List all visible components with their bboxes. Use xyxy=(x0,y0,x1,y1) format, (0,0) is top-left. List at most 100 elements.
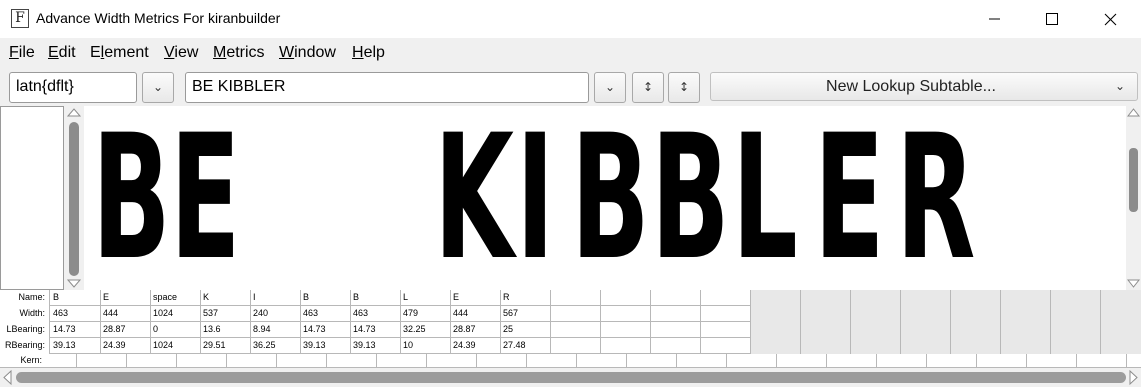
left-vertical-scrollbar[interactable] xyxy=(64,106,84,290)
rbearing-cell[interactable]: 29.51 xyxy=(201,338,251,354)
menu-window[interactable]: Window xyxy=(279,44,336,62)
vertical-spin-button-1[interactable]: ↕ xyxy=(632,72,664,103)
rbearing-cell[interactable]: 36.25 xyxy=(251,338,301,354)
glyph-name-cell[interactable]: L xyxy=(401,290,451,306)
script-language-combo[interactable]: latn{dflt} xyxy=(9,72,137,103)
preview-glyph-I[interactable]: I xyxy=(516,112,554,284)
width-cell[interactable]: 479 xyxy=(401,306,451,322)
scrollbar-thumb[interactable] xyxy=(1129,148,1138,212)
minimize-button[interactable] xyxy=(965,0,1023,38)
empty-cell xyxy=(551,338,601,354)
horizontal-scrollbar[interactable] xyxy=(0,368,1141,387)
empty-cell xyxy=(851,306,901,322)
glyph-name-cell[interactable]: E xyxy=(101,290,151,306)
rbearing-cell[interactable]: 39.13 xyxy=(301,338,351,354)
lbearing-cell[interactable]: 28.87 xyxy=(101,322,151,338)
lbearing-cell[interactable]: 28.87 xyxy=(451,322,501,338)
width-cell[interactable]: 463 xyxy=(301,306,351,322)
width-cell[interactable]: 240 xyxy=(251,306,301,322)
preview-glyph-B[interactable]: B xyxy=(92,112,171,284)
kern-cell-divider xyxy=(626,354,627,368)
kern-cell-divider xyxy=(776,354,777,368)
scrollbar-thumb[interactable] xyxy=(69,122,79,276)
menu-help[interactable]: Help xyxy=(352,44,385,62)
empty-cell xyxy=(701,338,751,354)
empty-cell xyxy=(601,338,651,354)
menu-file[interactable]: File xyxy=(9,44,35,62)
preview-glyph-B[interactable]: B xyxy=(651,112,730,284)
kern-cell-divider xyxy=(676,354,677,368)
rbearing-cell[interactable]: 10 xyxy=(401,338,451,354)
lbearing-cell[interactable]: 32.25 xyxy=(401,322,451,338)
lbearing-cell[interactable]: 0 xyxy=(151,322,201,338)
rbearing-cell[interactable]: 24.39 xyxy=(101,338,151,354)
vertical-spin-button-2[interactable]: ↕ xyxy=(668,72,700,103)
text-input[interactable]: BE KIBBLER xyxy=(185,72,589,103)
empty-cell xyxy=(1051,290,1101,306)
width-cell[interactable]: 1024 xyxy=(151,306,201,322)
empty-cell xyxy=(751,338,801,354)
width-cell[interactable]: 444 xyxy=(451,306,501,322)
width-cell[interactable]: 567 xyxy=(501,306,551,322)
glyph-name-cell[interactable]: B xyxy=(301,290,351,306)
right-vertical-scrollbar[interactable] xyxy=(1126,106,1141,290)
empty-cell xyxy=(751,322,801,338)
rbearing-cell[interactable]: 24.39 xyxy=(451,338,501,354)
width-cell[interactable]: 463 xyxy=(51,306,101,322)
lbearing-cell[interactable]: 14.73 xyxy=(351,322,401,338)
minimize-icon xyxy=(989,18,1000,20)
chevron-down-icon: ⌄ xyxy=(1114,79,1125,93)
menu-view[interactable]: View xyxy=(164,44,198,62)
rbearing-cell[interactable]: 1024 xyxy=(151,338,201,354)
preview-glyph-E[interactable]: E xyxy=(170,112,241,284)
glyph-name-cell[interactable]: space xyxy=(151,290,201,306)
glyph-list-panel[interactable] xyxy=(0,106,64,290)
maximize-button[interactable] xyxy=(1023,0,1081,38)
preview-glyph-B[interactable]: B xyxy=(571,112,650,284)
lbearing-cell[interactable]: 25 xyxy=(501,322,551,338)
text-dropdown-button[interactable]: ⌄ xyxy=(594,72,626,103)
preview-glyph-L[interactable]: L xyxy=(732,112,798,284)
menu-file-rest: ile xyxy=(18,44,35,61)
row-label-rbearing: RBearing: xyxy=(0,338,50,354)
metrics-window: F Advance Width Metrics For kiranbuilder… xyxy=(0,0,1141,387)
kern-cell-divider xyxy=(526,354,527,368)
lbearing-cell[interactable]: 8.94 xyxy=(251,322,301,338)
width-cell[interactable]: 537 xyxy=(201,306,251,322)
rbearing-cell[interactable]: 39.13 xyxy=(51,338,101,354)
glyph-name-cell[interactable]: R xyxy=(501,290,551,306)
preview-glyph-R[interactable]: R xyxy=(896,112,975,284)
title-bar: F Advance Width Metrics For kiranbuilder xyxy=(0,0,1141,38)
glyph-preview-canvas[interactable]: B E K I B B L E R xyxy=(84,106,1126,290)
glyph-name-cell[interactable]: B xyxy=(351,290,401,306)
glyph-name-cell[interactable]: E xyxy=(451,290,501,306)
menu-view-rest: iew xyxy=(174,44,199,61)
empty-cell xyxy=(701,306,751,322)
lookup-subtable-label: New Lookup Subtable... xyxy=(826,78,996,95)
scrollbar-thumb[interactable] xyxy=(16,372,1126,383)
lbearing-cell[interactable]: 14.73 xyxy=(51,322,101,338)
glyph-name-cell[interactable]: B xyxy=(51,290,101,306)
width-cell[interactable]: 444 xyxy=(101,306,151,322)
lbearing-cell[interactable]: 14.73 xyxy=(301,322,351,338)
rbearing-cell[interactable]: 27.48 xyxy=(501,338,551,354)
menu-edit[interactable]: Edit xyxy=(48,44,76,62)
lookup-subtable-select[interactable]: New Lookup Subtable... ⌄ xyxy=(710,72,1138,101)
close-button[interactable] xyxy=(1081,0,1139,38)
rbearing-cell[interactable]: 39.13 xyxy=(351,338,401,354)
updown-arrow-icon: ↕ xyxy=(678,80,690,94)
lbearing-cell[interactable]: 13.6 xyxy=(201,322,251,338)
preview-glyph-K[interactable]: K xyxy=(434,112,514,284)
glyph-name-cell[interactable]: K xyxy=(201,290,251,306)
menu-metrics[interactable]: Metrics xyxy=(213,44,265,62)
preview-glyph-E[interactable]: E xyxy=(814,112,885,284)
width-cell[interactable]: 463 xyxy=(351,306,401,322)
menu-element[interactable]: Element xyxy=(90,44,149,62)
empty-cell xyxy=(601,322,651,338)
menu-edit-accel: E xyxy=(48,44,59,61)
glyph-name-cell[interactable]: I xyxy=(251,290,301,306)
script-dropdown-button[interactable]: ⌄ xyxy=(142,72,174,103)
empty-cell xyxy=(651,338,701,354)
menu-window-rest: indow xyxy=(294,44,336,61)
empty-cell xyxy=(651,322,701,338)
